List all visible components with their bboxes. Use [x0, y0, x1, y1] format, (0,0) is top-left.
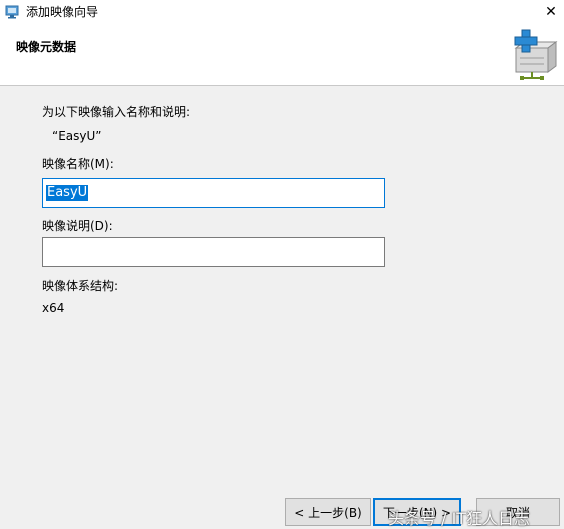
watermark-text: 头条号 / IT狂人日志: [388, 509, 531, 528]
close-button[interactable]: ✕: [538, 0, 564, 24]
back-button-label: < 上一步(B): [294, 505, 362, 520]
wizard-app-icon: [5, 5, 19, 19]
title-bar[interactable]: 添加映像向导 ✕: [0, 0, 564, 24]
image-description-label: 映像说明(D):: [42, 219, 113, 233]
image-architecture-label: 映像体系结构:: [42, 279, 119, 293]
image-name-value: EasyU: [46, 185, 89, 201]
back-button[interactable]: < 上一步(B): [285, 498, 371, 526]
image-name-label: 映像名称(M):: [42, 157, 114, 171]
window-title: 添加映像向导: [26, 5, 99, 19]
wizard-header: 映像元数据: [0, 24, 564, 86]
page-title: 映像元数据: [16, 40, 77, 54]
add-image-package-icon: [514, 29, 558, 80]
instruction-text: 为以下映像输入名称和说明:: [42, 105, 191, 119]
image-description-input[interactable]: [42, 237, 385, 267]
image-architecture-value: x64: [42, 301, 65, 315]
image-display-name: “EasyU”: [52, 129, 102, 143]
add-image-wizard-window: 添加映像向导 ✕ 映像元数据 为以下映像输入名称和说明: “EasyU” 映像名…: [0, 0, 564, 529]
wizard-content: 为以下映像输入名称和说明: “EasyU” 映像名称(M): EasyU 映像说…: [0, 86, 564, 486]
close-icon: ✕: [545, 4, 557, 20]
image-name-input[interactable]: EasyU: [42, 178, 385, 208]
